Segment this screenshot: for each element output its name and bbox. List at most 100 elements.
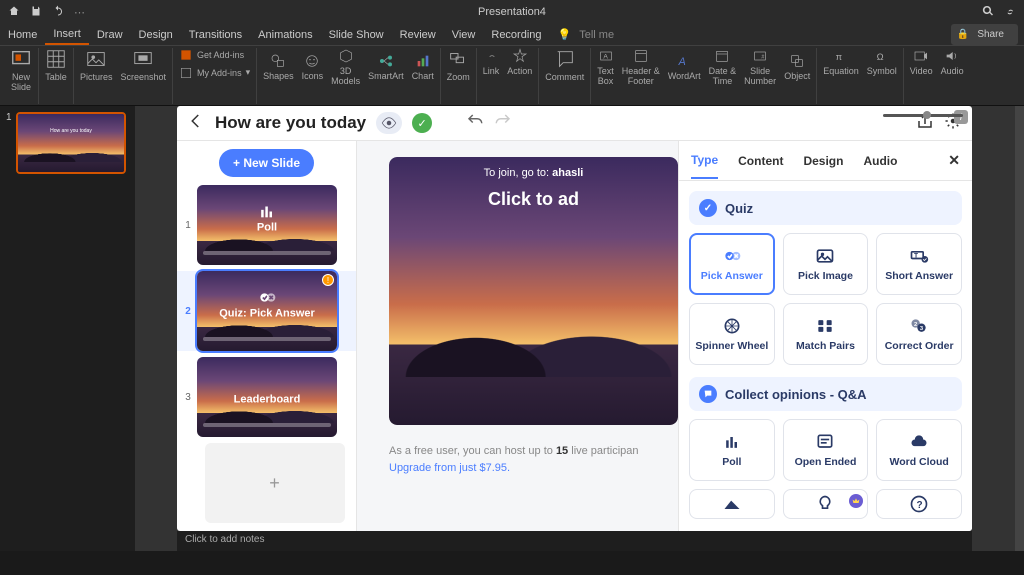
notes-pane[interactable]: Click to add notes xyxy=(177,531,972,551)
get-addins-button[interactable]: Get Add-ins xyxy=(179,48,250,62)
addin-header: How are you today ✓ xyxy=(177,106,972,140)
redo-icon xyxy=(494,112,512,135)
icons-button[interactable]: Icons xyxy=(302,53,324,81)
tab-audio[interactable]: Audio xyxy=(863,144,897,178)
warning-badge-icon: ! xyxy=(322,274,334,286)
new-slide-button[interactable]: + New Slide xyxy=(219,149,314,177)
video-button[interactable]: Video xyxy=(910,48,933,76)
svg-text:?: ? xyxy=(917,500,923,511)
slide-number: 1 xyxy=(6,112,14,123)
date-button[interactable]: Date & Time xyxy=(709,48,737,86)
tile-brainstorm[interactable] xyxy=(783,489,869,519)
menu-tellme[interactable]: 💡 Tell me xyxy=(550,24,631,45)
table-button[interactable]: Table xyxy=(45,48,67,82)
symbol-button[interactable]: ΩSymbol xyxy=(867,48,897,76)
aha-slide-list: + New Slide 1 Poll 2 ! Quiz: Pi xyxy=(177,141,357,531)
aha-thumb-quiz[interactable]: ! Quiz: Pick Answer xyxy=(197,271,337,351)
menu-bar: Home Insert Draw Design Transitions Anim… xyxy=(0,24,1024,46)
title-bar: ⋯ Presentation4 xyxy=(0,0,1024,24)
smartart-button[interactable]: SmartArt xyxy=(368,53,404,81)
menu-animations[interactable]: Animations xyxy=(250,24,320,45)
section-opinions-header[interactable]: Collect opinions - Q&A xyxy=(689,377,962,411)
3dmodels-button[interactable]: 3D Models xyxy=(331,48,360,86)
search-icon[interactable] xyxy=(982,5,994,20)
add-slide-button[interactable]: + xyxy=(205,443,345,523)
aha-thumb-poll[interactable]: Poll xyxy=(197,185,337,265)
presentation-title[interactable]: How are you today xyxy=(215,113,366,133)
textbox-button[interactable]: AText Box xyxy=(597,48,614,86)
link-icon[interactable] xyxy=(1004,5,1016,20)
sync-status-icon[interactable]: ✓ xyxy=(412,113,432,133)
slidenum-button[interactable]: #Slide Number xyxy=(744,48,776,86)
new-slide-button[interactable]: New Slide xyxy=(10,48,32,92)
tab-design[interactable]: Design xyxy=(803,144,843,178)
undo-icon[interactable] xyxy=(466,112,484,135)
svg-text:Ω: Ω xyxy=(876,52,883,62)
tile-short-answer[interactable]: TShort Answer xyxy=(876,233,962,295)
object-button[interactable]: Object xyxy=(784,53,810,81)
check-circle-icon: ✓ xyxy=(699,199,717,217)
undo-icon[interactable] xyxy=(52,5,64,20)
menu-review[interactable]: Review xyxy=(392,24,444,45)
back-icon[interactable] xyxy=(187,112,205,135)
tile-correct-order[interactable]: 23Correct Order xyxy=(876,303,962,365)
menu-recording[interactable]: Recording xyxy=(483,24,549,45)
tab-type[interactable]: Type xyxy=(691,143,718,179)
menu-design[interactable]: Design xyxy=(131,24,181,45)
audio-button[interactable]: Audio xyxy=(941,48,964,76)
svg-text:#: # xyxy=(762,54,765,60)
ribbon: New Slide Table Pictures Screenshot Get … xyxy=(0,46,1024,106)
screenshot-button[interactable]: Screenshot xyxy=(121,48,167,82)
preview-toggle[interactable] xyxy=(376,112,402,134)
action-button[interactable]: Action xyxy=(507,48,532,76)
svg-text:π: π xyxy=(836,52,843,62)
tile-image-poll[interactable] xyxy=(689,489,775,519)
comment-button[interactable]: Comment xyxy=(545,48,584,82)
content-area: 1 How are you today i How are you today … xyxy=(0,106,1024,551)
info-badge[interactable]: i xyxy=(954,110,968,124)
click-to-add-title[interactable]: Click to ad xyxy=(389,189,678,210)
slide-preview[interactable]: To join, go to: ahasli Click to ad xyxy=(389,157,678,425)
shapes-button[interactable]: Shapes xyxy=(263,53,294,81)
save-icon[interactable] xyxy=(30,5,42,20)
free-user-note: As a free user, you can host up to 15 li… xyxy=(389,443,678,476)
tile-qa[interactable]: ? xyxy=(876,489,962,519)
preview-column: To join, go to: ahasli Click to ad As a … xyxy=(357,141,678,531)
link-button[interactable]: Link xyxy=(483,48,500,76)
equation-button[interactable]: πEquation xyxy=(823,48,859,76)
more-icon[interactable]: ⋯ xyxy=(74,6,85,19)
pictures-button[interactable]: Pictures xyxy=(80,48,113,82)
aha-thumb-leaderboard[interactable]: Leaderboard xyxy=(197,357,337,437)
vertical-scrollbar[interactable] xyxy=(1014,106,1024,551)
my-addins-button[interactable]: My Add-ins ▾ xyxy=(179,66,250,80)
ppt-thumbnail-pane[interactable]: 1 How are you today xyxy=(0,106,135,551)
menu-slideshow[interactable]: Slide Show xyxy=(321,24,392,45)
close-panel-icon[interactable]: ✕ xyxy=(948,152,960,169)
tile-spinner-wheel[interactable]: Spinner Wheel xyxy=(689,303,775,365)
zoom-button[interactable]: Zoom xyxy=(447,48,470,82)
menu-insert[interactable]: Insert xyxy=(45,24,89,45)
ppt-slide-thumb-1[interactable]: How are you today xyxy=(16,112,126,174)
menu-draw[interactable]: Draw xyxy=(89,24,131,45)
zoom-slider[interactable] xyxy=(883,114,963,117)
section-quiz-header[interactable]: ✓ Quiz xyxy=(689,191,962,225)
tab-content[interactable]: Content xyxy=(738,144,783,178)
home-icon[interactable] xyxy=(8,5,20,20)
tile-pick-image[interactable]: Pick Image xyxy=(783,233,869,295)
tile-open-ended[interactable]: Open Ended xyxy=(783,419,869,481)
menu-view[interactable]: View xyxy=(444,24,484,45)
upgrade-link[interactable]: Upgrade from just $7.95. xyxy=(389,462,510,474)
menu-home[interactable]: Home xyxy=(0,24,45,45)
document-title: Presentation4 xyxy=(478,6,546,18)
tile-word-cloud[interactable]: Word Cloud xyxy=(876,419,962,481)
share-button[interactable]: 🔒 Share xyxy=(951,24,1018,45)
tile-pick-answer[interactable]: Pick Answer xyxy=(689,233,775,295)
tile-poll[interactable]: Poll xyxy=(689,419,775,481)
menu-transitions[interactable]: Transitions xyxy=(181,24,250,45)
chart-button[interactable]: Chart xyxy=(412,53,434,81)
header-button[interactable]: Header & Footer xyxy=(622,48,660,86)
slide-editor: i How are you today ✓ + New Slide xyxy=(135,106,1014,551)
tile-match-pairs[interactable]: Match Pairs xyxy=(783,303,869,365)
chat-icon xyxy=(699,385,717,403)
wordart-button[interactable]: AWordArt xyxy=(668,53,701,81)
